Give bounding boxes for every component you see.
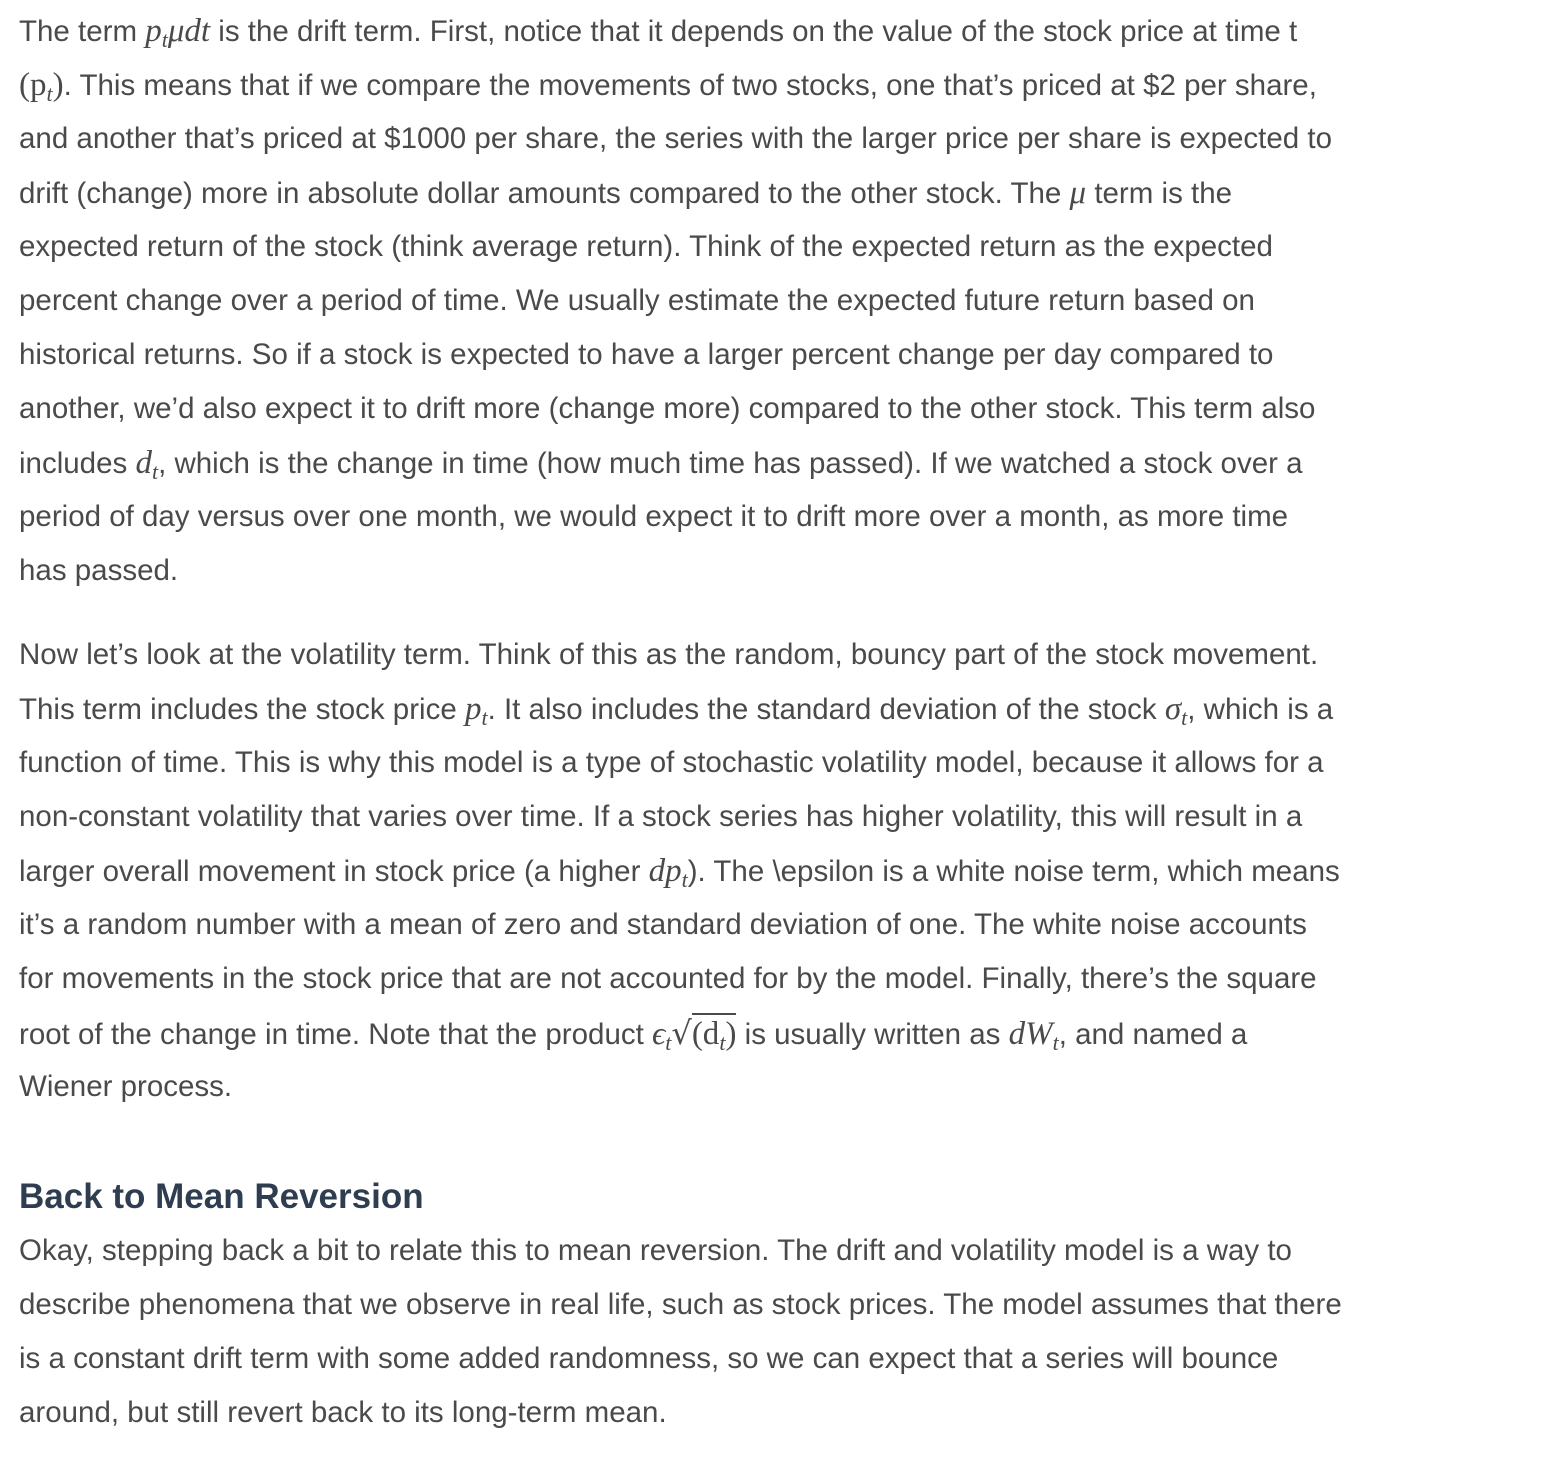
math-expression: dpt	[648, 853, 688, 891]
text-line: it’s a random number with a mean of zero…	[19, 908, 1307, 941]
text-line: has passed.	[19, 554, 179, 587]
text-line: (pt). This means that if we compare the …	[19, 58, 1534, 112]
text-segment: . This means that if we compare the move…	[63, 69, 1317, 102]
sqrt-radicand: (dt)	[691, 1013, 737, 1054]
text-segment: ). The \epsilon is a white noise term, w…	[687, 855, 1340, 888]
text-segment: drift (change) more in absolute dollar a…	[19, 177, 1070, 210]
math-var: dW	[1008, 1016, 1053, 1052]
math-expression: σt	[1164, 691, 1187, 729]
text-segment: This term includes the stock price	[19, 693, 465, 726]
text-line: Now let’s look at the volatility term. T…	[19, 638, 1319, 671]
math-expression: pt	[464, 691, 488, 729]
text-line: includes dt, which is the change in time…	[19, 436, 1534, 490]
math-expression: dWt	[1008, 1016, 1059, 1054]
text-segment: , and named a	[1058, 1018, 1248, 1051]
paragraph-drift-term: The term ptμdt is the drift term. First,…	[19, 4, 1534, 598]
text-line: around, but still revert back to its lon…	[19, 1396, 667, 1429]
section-heading: Back to Mean Reversion	[19, 1177, 424, 1216]
text-line: The term ptμdt is the drift term. First,…	[19, 4, 1534, 58]
text-line: drift (change) more in absolute dollar a…	[19, 166, 1534, 220]
math-var: ϵ	[652, 1016, 666, 1052]
math-var: p	[464, 691, 482, 727]
math-paren: )	[52, 67, 64, 103]
text-segment: includes	[19, 447, 136, 480]
math-var: (p	[19, 67, 47, 103]
text-segment: , which is a	[1187, 693, 1334, 726]
text-line: root of the change in time. Note that th…	[19, 1006, 1534, 1060]
math-var: (d	[691, 1016, 720, 1052]
text-segment: is the drift term. First, notice that it…	[210, 15, 1298, 48]
sqrt-symbol: √	[671, 1014, 692, 1052]
text-line: describe phenomena that we observe in re…	[19, 1288, 1342, 1321]
math-expression: μ	[1069, 175, 1087, 211]
text-segment: root of the change in time. Note that th…	[19, 1018, 652, 1051]
text-line: larger overall movement in stock price (…	[19, 844, 1534, 898]
paragraph-mean-reversion: Okay, stepping back a bit to relate this…	[19, 1224, 1534, 1440]
text-line: Wiener process.	[19, 1070, 233, 1103]
text-line: and another that’s priced at $1000 per s…	[19, 122, 1332, 155]
text-line: Okay, stepping back a bit to relate this…	[19, 1234, 1292, 1267]
math-var: p	[145, 13, 162, 49]
text-line: period of day versus over one month, we …	[19, 500, 1289, 533]
math-var: dp	[648, 853, 682, 889]
math-expression: ptμdt	[145, 13, 211, 51]
text-line: non-constant volatility that varies over…	[19, 800, 1303, 833]
text-line: for movements in the stock price that ar…	[19, 962, 1317, 995]
text-segment: , which is the change in time (how much …	[158, 447, 1303, 480]
math-paren: )	[725, 1016, 737, 1052]
text-line: This term includes the stock price pt. I…	[19, 682, 1534, 736]
math-var: d	[135, 445, 152, 481]
text-line: is a constant drift term with some added…	[19, 1342, 1279, 1375]
math-var: μdt	[167, 13, 211, 49]
text-line: percent change over a period of time. We…	[19, 284, 1255, 317]
math-expression: dt	[135, 445, 158, 483]
math-expression: ϵt√(dt)	[652, 1013, 737, 1054]
text-segment: larger overall movement in stock price (…	[19, 855, 649, 888]
math-expression: (pt)	[19, 67, 64, 105]
paragraph-volatility-term: Now let’s look at the volatility term. T…	[19, 628, 1534, 1114]
text-segment: is usually written as	[736, 1018, 1009, 1051]
article-body: The term ptμdt is the drift term. First,…	[19, 4, 1534, 1440]
text-line: another, we’d also expect it to drift mo…	[19, 392, 1316, 425]
text-segment: . It also includes the standard deviatio…	[487, 693, 1165, 726]
text-segment: The term	[19, 15, 146, 48]
math-var: σ	[1164, 691, 1182, 727]
text-segment: term is the	[1086, 177, 1233, 210]
text-line: expected return of the stock (think aver…	[19, 230, 1273, 263]
text-line: historical returns. So if a stock is exp…	[19, 338, 1274, 371]
text-line: function of time. This is why this model…	[19, 746, 1324, 779]
